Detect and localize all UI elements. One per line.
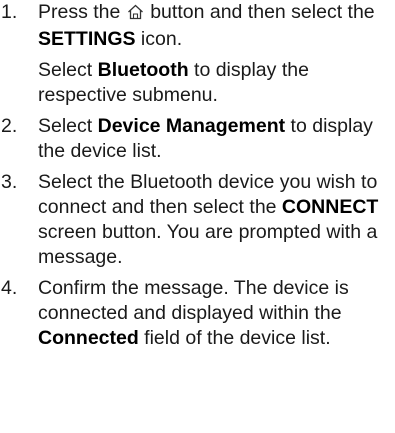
step-3: 3. Select the Bluetooth device you wish …: [0, 170, 395, 270]
keyword-bluetooth: Bluetooth: [97, 59, 189, 81]
step-text: Press the button and then select the SET…: [38, 0, 395, 52]
step-text: Confirm the message. The device is conne…: [38, 276, 395, 351]
step-text-part: Confirm the message. The device is conne…: [38, 277, 349, 324]
step-text: Select Device Management to display the …: [38, 114, 395, 164]
step-number: 2.: [1, 115, 18, 137]
step-2: 2. Select Device Management to display t…: [0, 114, 395, 164]
keyword-connect: CONNECT: [281, 196, 379, 218]
step-4: 4. Confirm the message. The device is co…: [0, 276, 395, 351]
instruction-list: 1. Press the button and then select the …: [0, 0, 395, 351]
step-text-part: Select: [38, 115, 98, 137]
step-1: 1. Press the button and then select the …: [0, 0, 395, 108]
home-icon: [127, 2, 144, 27]
step-number: 4.: [1, 277, 18, 299]
step-text-part: field of the device list.: [138, 327, 331, 349]
step-number: 1.: [1, 1, 18, 23]
step-text-part: button and then select the: [144, 1, 375, 23]
step-text-part: screen button. You are prompted with a m…: [38, 221, 378, 268]
keyword-settings: SETTINGS: [38, 28, 136, 50]
keyword-device-management: Device Management: [97, 115, 286, 137]
step-text-part: icon.: [135, 28, 183, 50]
step-text: Select the Bluetooth device you wish to …: [38, 170, 395, 270]
step-text-part: Press the: [38, 1, 126, 23]
step-number: 3.: [1, 171, 18, 193]
step-text-part: Select: [38, 59, 98, 81]
step-text: Select Bluetooth to display the respecti…: [38, 58, 395, 108]
keyword-connected: Connected: [38, 327, 139, 349]
